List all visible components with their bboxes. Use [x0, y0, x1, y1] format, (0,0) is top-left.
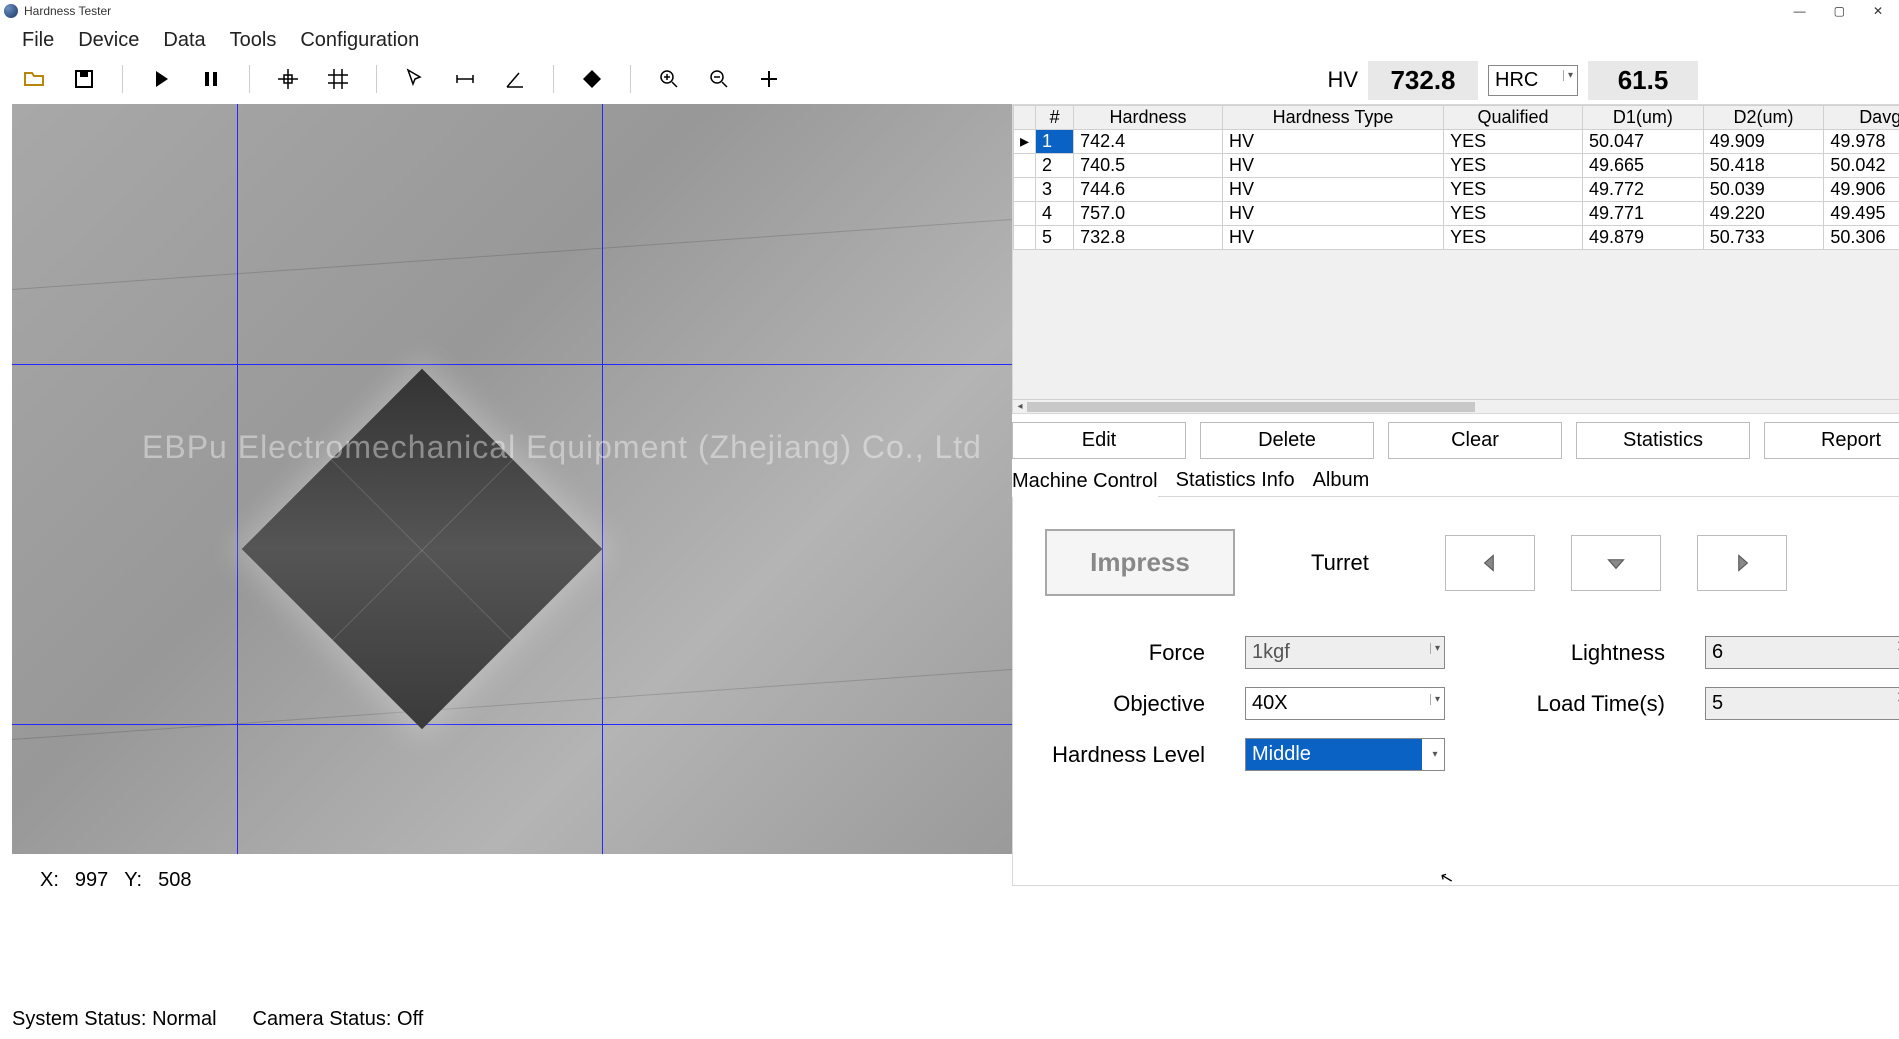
- open-icon[interactable]: [22, 67, 46, 91]
- impress-button[interactable]: Impress: [1045, 529, 1235, 596]
- coord-y-label: Y:: [124, 869, 142, 892]
- menu-config[interactable]: Configuration: [300, 29, 419, 52]
- turret-left-button[interactable]: [1445, 535, 1535, 591]
- app-icon: [4, 4, 18, 18]
- measure-icon[interactable]: [453, 67, 477, 91]
- turret-label: Turret: [1311, 550, 1369, 576]
- guide-vline-2[interactable]: [602, 104, 603, 854]
- save-icon[interactable]: [72, 67, 96, 91]
- toolbar: [12, 58, 1012, 100]
- menu-data[interactable]: Data: [163, 29, 205, 52]
- menu-file[interactable]: File: [22, 29, 54, 52]
- guide-vline-1[interactable]: [237, 104, 238, 854]
- crosshair-center-icon[interactable]: [276, 67, 300, 91]
- lightness-label: Lightness: [1485, 640, 1665, 666]
- loadtime-spinner[interactable]: 5: [1705, 687, 1899, 720]
- zoom-in-icon[interactable]: [657, 67, 681, 91]
- hardness-level-label: Hardness Level: [1045, 742, 1205, 768]
- table-row[interactable]: 4757.0HVYES49.77149.22049.495: [1014, 202, 1899, 226]
- zoom-out-icon[interactable]: [707, 67, 731, 91]
- coord-x-value: 997: [75, 869, 108, 892]
- objective-label: Objective: [1045, 691, 1205, 717]
- statistics-button[interactable]: Statistics: [1576, 422, 1750, 459]
- turret-down-button[interactable]: [1571, 535, 1661, 591]
- menu-bar: File Device Data Tools Configuration: [0, 22, 1899, 58]
- loadtime-label: Load Time(s): [1485, 691, 1665, 717]
- camera-status-label: Camera Status:: [253, 1008, 392, 1030]
- tab-machine-control[interactable]: Machine Control: [1012, 468, 1158, 497]
- data-table-panel: # Hardness Hardness Type Qualified D1(um…: [1012, 104, 1899, 414]
- tab-statistics-info[interactable]: Statistics Info: [1176, 467, 1295, 496]
- image-view[interactable]: EBPu Electromechanical Equipment (Zhejia…: [12, 104, 1012, 854]
- hardness-level-select[interactable]: Middle: [1245, 738, 1445, 771]
- window-title: Hardness Tester: [24, 4, 111, 18]
- turret-right-button[interactable]: [1697, 535, 1787, 591]
- camera-status-value: Off: [397, 1008, 423, 1030]
- table-header-row: # Hardness Hardness Type Qualified D1(um…: [1014, 106, 1899, 130]
- tab-album[interactable]: Album: [1313, 467, 1370, 496]
- clear-button[interactable]: Clear: [1388, 422, 1562, 459]
- diamond-icon[interactable]: [580, 67, 604, 91]
- menu-device[interactable]: Device: [78, 29, 139, 52]
- system-status-value: Normal: [152, 1008, 216, 1030]
- lightness-spinner[interactable]: 6: [1705, 636, 1899, 669]
- table-row[interactable]: 5732.8HVYES49.87950.73350.306: [1014, 226, 1899, 250]
- angle-icon[interactable]: [503, 67, 527, 91]
- report-button[interactable]: Report: [1764, 422, 1899, 459]
- pointer-icon[interactable]: [403, 67, 427, 91]
- play-icon[interactable]: [149, 67, 173, 91]
- force-select[interactable]: 1kgf: [1245, 636, 1445, 669]
- table-row[interactable]: 3744.6HVYES49.77250.03949.906: [1014, 178, 1899, 202]
- plus-icon[interactable]: [757, 67, 781, 91]
- grid-icon[interactable]: [326, 67, 350, 91]
- hv-value: 732.8: [1368, 61, 1478, 100]
- table-row[interactable]: 2740.5HVYES49.66550.41850.042: [1014, 154, 1899, 178]
- force-label: Force: [1045, 640, 1205, 666]
- edit-button[interactable]: Edit: [1012, 422, 1186, 459]
- machine-control-panel: Impress Turret Force 1kgf Lightness 6 Ob…: [1012, 496, 1899, 886]
- minimize-button[interactable]: —: [1794, 4, 1806, 18]
- coord-y-value: 508: [158, 869, 191, 892]
- system-status-label: System Status:: [12, 1008, 147, 1030]
- objective-select[interactable]: 40X: [1245, 687, 1445, 720]
- coord-x-label: X:: [40, 869, 59, 892]
- table-row[interactable]: ▸1742.4HVYES50.04749.90949.978: [1014, 130, 1899, 154]
- maximize-button[interactable]: ▢: [1834, 4, 1845, 18]
- menu-tools[interactable]: Tools: [230, 29, 277, 52]
- pause-icon[interactable]: [199, 67, 223, 91]
- guide-hline-1[interactable]: [12, 364, 1012, 365]
- close-button[interactable]: ✕: [1873, 4, 1883, 18]
- indentation-mark: [242, 369, 602, 729]
- table-h-scrollbar[interactable]: ◂ ▸: [1013, 399, 1899, 413]
- delete-button[interactable]: Delete: [1200, 422, 1374, 459]
- data-table[interactable]: # Hardness Hardness Type Qualified D1(um…: [1013, 105, 1899, 250]
- convert-value: 61.5: [1588, 61, 1698, 100]
- hv-label: HV: [1327, 67, 1358, 93]
- convert-type-select[interactable]: HRC: [1488, 65, 1578, 96]
